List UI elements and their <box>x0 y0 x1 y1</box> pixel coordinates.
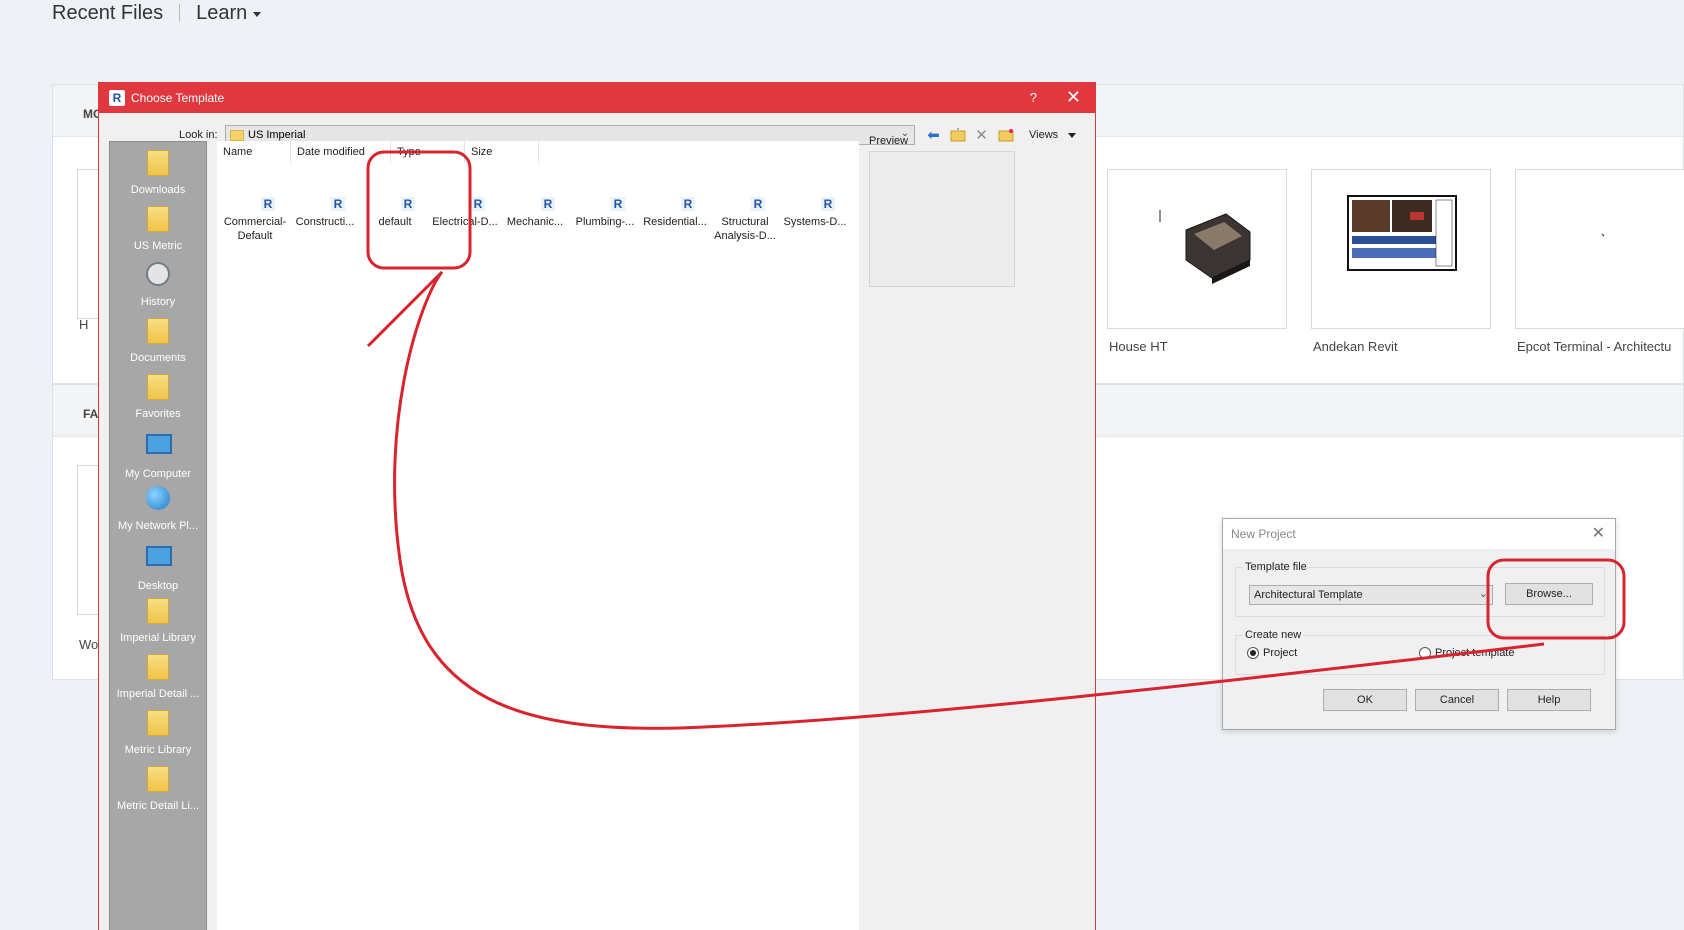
annotation-highlight-browse <box>1486 558 1626 640</box>
annotation-arrow-head <box>366 270 444 348</box>
annotation-highlight-default <box>366 150 472 270</box>
annotation-arrow-curve <box>393 271 1545 730</box>
annotation-overlay <box>366 150 1626 730</box>
